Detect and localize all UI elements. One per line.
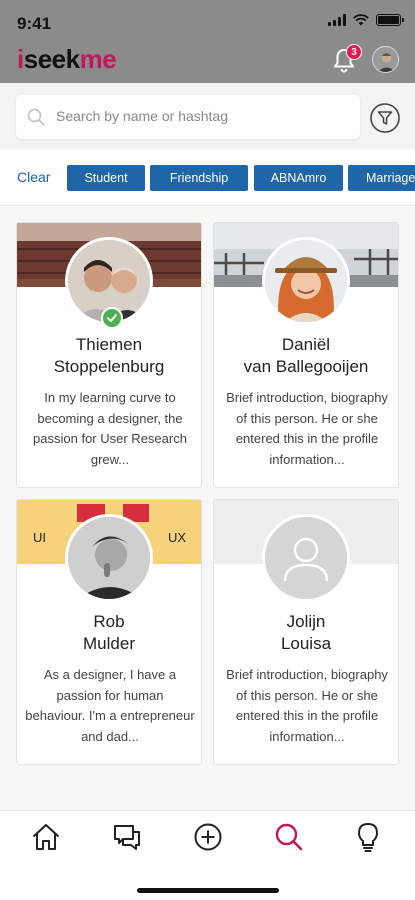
profile-card[interactable]: Daniël van Ballegooijen Brief introducti… bbox=[213, 222, 399, 488]
profile-name: Thiemen Stoppelenburg bbox=[53, 335, 165, 376]
user-avatar[interactable] bbox=[372, 46, 399, 73]
search-placeholder: Search by name or hashtag bbox=[56, 108, 228, 124]
profile-grid: Thiemen Stoppelenburg In my learning cur… bbox=[0, 207, 415, 810]
profile-name: Jolijn Louisa bbox=[280, 612, 332, 653]
profile-photo bbox=[262, 237, 350, 325]
profile-photo-placeholder bbox=[262, 514, 350, 602]
tag-abnamro[interactable]: ABNAmro bbox=[254, 165, 343, 191]
status-time: 9:41 bbox=[17, 14, 52, 33]
clear-filters-link[interactable]: Clear bbox=[17, 169, 50, 185]
profile-name: Daniël van Ballegooijen bbox=[243, 335, 369, 376]
tag-friendship[interactable]: Friendship bbox=[150, 165, 248, 191]
lightbulb-icon[interactable] bbox=[352, 821, 384, 853]
profile-bio: As a designer, I have a passion for huma… bbox=[25, 667, 195, 744]
app-header: 9:41 iseekme 3 bbox=[0, 0, 415, 83]
tag-student[interactable]: Student bbox=[67, 165, 145, 191]
home-indicator[interactable] bbox=[137, 888, 279, 893]
filter-icon[interactable] bbox=[369, 102, 401, 134]
tag-marriage[interactable]: Marriage bbox=[348, 165, 415, 191]
profile-card[interactable]: UI UX Rob Mulder As a designer, I have a… bbox=[16, 499, 202, 765]
search-icon bbox=[27, 108, 45, 126]
profile-photo bbox=[65, 514, 153, 602]
status-bar: 9:41 bbox=[0, 0, 415, 40]
wifi-icon bbox=[353, 14, 369, 26]
banner-label-right: UX bbox=[168, 530, 187, 545]
verified-badge bbox=[101, 307, 123, 329]
profile-bio: Brief introduction, biography of this pe… bbox=[226, 667, 388, 744]
chat-icon[interactable] bbox=[111, 821, 143, 853]
profile-card[interactable]: Jolijn Louisa Brief introduction, biogra… bbox=[213, 499, 399, 765]
profile-bio: Brief introduction, biography of this pe… bbox=[226, 390, 388, 467]
check-icon bbox=[107, 314, 117, 322]
battery-icon bbox=[376, 14, 404, 26]
add-icon[interactable] bbox=[192, 821, 224, 853]
banner-label-left: UI bbox=[33, 530, 46, 545]
profile-card[interactable]: Thiemen Stoppelenburg In my learning cur… bbox=[16, 222, 202, 488]
tag-filter-bar: Clear Student Friendship ABNAmro Marriag… bbox=[0, 149, 415, 206]
app-logo[interactable]: iseekme bbox=[17, 44, 117, 75]
signal-icon bbox=[328, 14, 346, 26]
person-icon bbox=[265, 517, 347, 599]
status-icons bbox=[328, 14, 404, 26]
search-icon[interactable] bbox=[273, 821, 305, 853]
home-icon[interactable] bbox=[30, 821, 62, 853]
profile-name: Rob Mulder bbox=[83, 612, 135, 653]
notification-badge: 3 bbox=[346, 44, 362, 60]
search-input[interactable]: Search by name or hashtag bbox=[16, 95, 360, 139]
bottom-navigation bbox=[0, 810, 415, 900]
search-bar-area: Search by name or hashtag bbox=[0, 83, 415, 149]
profile-bio: In my learning curve to becoming a desig… bbox=[33, 390, 187, 467]
